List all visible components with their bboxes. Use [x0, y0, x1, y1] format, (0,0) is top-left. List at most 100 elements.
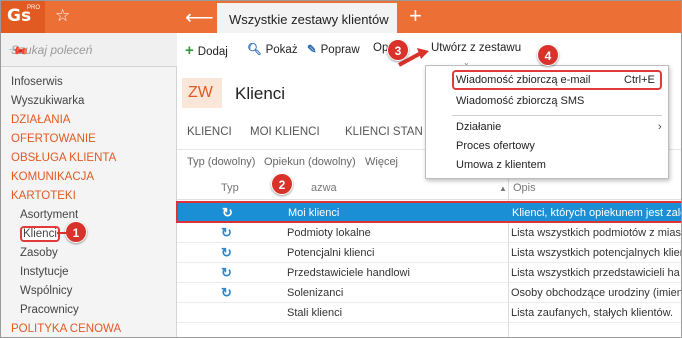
sidebar-item-wspolnicy[interactable]: Wspólnicy: [1, 282, 177, 301]
menu-divider: [452, 115, 662, 116]
sidebar-section-kartoteki[interactable]: KARTOTEKI: [1, 187, 177, 206]
table-header: Typ azwa ▲ Opis: [177, 178, 681, 200]
sidebar-item-label: Wyszukiwarka: [11, 95, 85, 107]
sort-asc-icon[interactable]: ▲: [499, 184, 507, 193]
table-row[interactable]: ↻ Solenizanci Osoby obchodzące urodziny …: [177, 283, 682, 303]
sidebar-item-label: OBSŁUGA KLIENTA: [11, 152, 117, 164]
sidebar-list: Infoserwis Wyszukiwarka DZIAŁANIA OFERTO…: [1, 73, 177, 337]
add-label: Dodaj: [197, 46, 228, 58]
sidebar-section-obsluga-klienta[interactable]: OBSŁUGA KLIENTA: [1, 149, 177, 168]
column-description[interactable]: Opis: [513, 182, 536, 194]
menu-item-client-agreement[interactable]: Umowa z klientem: [456, 159, 546, 171]
app-logo[interactable]: Gs PRO: [1, 1, 45, 33]
sidebar-item-label: Klienci: [20, 226, 60, 242]
create-from-set-button[interactable]: Utwórz z zestawu: [431, 42, 521, 54]
filter-type[interactable]: Typ (dowolny): [187, 156, 255, 168]
tab-klienci-stan[interactable]: KLIENCI STAN: [345, 126, 423, 138]
page-badge-text: ZW: [188, 84, 213, 101]
table-row[interactable]: Stali klienci Lista zaufanych, stałych k…: [177, 303, 681, 323]
sidebar-item-infoserwis[interactable]: Infoserwis: [1, 73, 177, 92]
add-button[interactable]: + Dodaj: [185, 42, 228, 59]
page-title: Klienci: [235, 84, 286, 103]
sidebar-item-label: Pracownicy: [20, 304, 79, 316]
filter-owner[interactable]: Opiekun (dowolny): [264, 156, 356, 168]
step-badge-4: 4: [537, 44, 559, 66]
sidebar-section-polityka-cenowa[interactable]: POLITYKA CENOWA: [1, 320, 177, 337]
row-description: Lista zaufanych, stałych klientów.: [511, 307, 674, 319]
sidebar-section-komunikacja[interactable]: KOMUNIKACJA: [1, 168, 177, 187]
row-name: Moi klienci: [288, 207, 340, 219]
sidebar: Szukaj poleceń 📌 Infoserwis Wyszukiwarka…: [1, 33, 177, 337]
create-from-set-menu: Wiadomość zbiorczą e-mail Ctrl+E Wiadomo…: [425, 65, 669, 179]
page-badge: ZW: [182, 78, 222, 108]
row-description: Klienci, których opiekunem jest zalo: [512, 207, 682, 219]
show-button[interactable]: 🔍︎ Pokaż: [247, 42, 298, 56]
row-name: Potencjalni klienci: [287, 247, 375, 259]
sidebar-item-label: Wspólnicy: [20, 285, 73, 297]
menu-item-activity[interactable]: Działanie: [456, 121, 501, 133]
sidebar-item-asortyment[interactable]: Asortyment: [1, 206, 177, 225]
sidebar-item-label: KARTOTEKI: [11, 190, 76, 202]
sidebar-item-klienci[interactable]: Klienci: [1, 225, 177, 244]
menu-item-label: Umowa z klientem: [456, 159, 546, 171]
menu-item-label: Wiadomość zbiorczą e-mail: [456, 74, 591, 86]
sidebar-section-dzialania[interactable]: DZIAŁANIA: [1, 111, 177, 130]
sidebar-item-wyszukiwarka[interactable]: Wyszukiwarka: [1, 92, 177, 111]
sidebar-item-label: Instytucje: [20, 266, 69, 278]
sidebar-item-label: KOMUNIKACJA: [11, 171, 95, 183]
tab-klienci[interactable]: KLIENCI: [187, 126, 232, 138]
table-row[interactable]: ↻ Podmioty lokalne Lista wszystkich podm…: [177, 223, 681, 243]
row-description: Osoby obchodzące urodziny (imien: [511, 287, 682, 299]
app-window: Gs PRO ☆ ⟵ Wszystkie zestawy klientów + …: [0, 0, 682, 338]
command-search-input[interactable]: Szukaj poleceń 📌: [1, 33, 177, 67]
refresh-icon: ↻: [221, 225, 232, 240]
back-arrow-icon[interactable]: ⟵: [185, 5, 214, 30]
sidebar-item-label: DZIAŁANIA: [11, 114, 71, 126]
tab-label: Wszystkie zestawy klientów: [229, 12, 389, 27]
sidebar-item-label: Zasoby: [20, 247, 58, 259]
row-description: Lista wszystkich przedstawicieli ha: [511, 267, 680, 279]
sidebar-item-instytucje[interactable]: Instytucje: [1, 263, 177, 282]
table-row[interactable]: ↻ Potencjalni klienci Lista wszystkich p…: [177, 243, 682, 263]
new-tab-plus-icon[interactable]: +: [409, 3, 422, 29]
menu-shortcut: Ctrl+E: [624, 74, 655, 86]
refresh-icon: ↻: [222, 205, 233, 220]
tab-moi-klienci[interactable]: MOI KLIENCI: [250, 126, 320, 138]
menu-item-label: Działanie: [456, 121, 502, 133]
sidebar-item-label: Asortyment: [20, 209, 79, 221]
sidebar-section-ofertowanie[interactable]: OFERTOWANIE: [1, 130, 177, 149]
create-from-set-label: Utwórz z zestawu: [431, 42, 522, 54]
refresh-icon: ↻: [221, 285, 232, 300]
show-label: Pokaż: [265, 44, 298, 56]
refresh-icon: ↻: [221, 265, 232, 280]
step-badge-3: 3: [387, 39, 409, 61]
star-icon[interactable]: ☆: [55, 6, 70, 26]
sidebar-item-zasoby[interactable]: Zasoby: [1, 244, 177, 263]
table-row[interactable]: ↻ Przedstawiciele handlowi Lista wszystk…: [177, 263, 681, 283]
brush-icon: ✎: [307, 44, 317, 56]
sidebar-item-label: OFERTOWANIE: [11, 133, 96, 145]
column-name[interactable]: azwa: [311, 182, 337, 194]
row-name: Solenizanci: [287, 287, 344, 299]
column-type[interactable]: Typ: [221, 182, 239, 194]
row-description: Lista wszystkich potencjalnych klien: [511, 247, 682, 259]
edit-button[interactable]: ✎ Popraw: [307, 42, 360, 56]
operations-label-start: Op: [373, 42, 389, 54]
tab-all-client-sets[interactable]: Wszystkie zestawy klientów: [217, 3, 397, 33]
top-bar: Gs PRO ☆ ⟵ Wszystkie zestawy klientów +: [1, 1, 681, 33]
logo-pro-text: PRO: [27, 5, 41, 11]
table-row[interactable]: ↻ Moi klienci Klienci, których opiekunem…: [176, 201, 682, 223]
filter-more[interactable]: Więcej: [365, 156, 398, 168]
sidebar-item-pracownicy[interactable]: Pracownicy: [1, 301, 177, 320]
menu-item-label: Proces ofertowy: [456, 140, 535, 152]
menu-item-bulk-sms[interactable]: Wiadomość zbiorczą SMS: [456, 95, 584, 107]
menu-item-bulk-email[interactable]: Wiadomość zbiorczą e-mail: [456, 74, 590, 86]
magnifier-icon: 🔍︎: [247, 44, 262, 56]
row-name: Przedstawiciele handlowi: [287, 267, 410, 279]
row-name: Podmioty lokalne: [287, 227, 371, 239]
plus-icon: +: [185, 42, 194, 59]
sidebar-item-label: POLITYKA CENOWA: [11, 323, 122, 335]
menu-item-offer-process[interactable]: Proces ofertowy: [456, 140, 535, 152]
badge-connector: [57, 232, 69, 234]
step-badge-2: 2: [271, 173, 293, 195]
